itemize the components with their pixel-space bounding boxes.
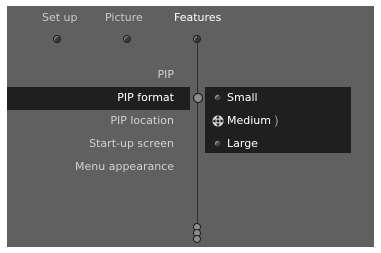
option-large[interactable]: Large	[227, 138, 258, 150]
tab-indicator-dot	[123, 35, 131, 43]
menu-item-menu-appearance[interactable]: Menu appearance	[7, 161, 174, 173]
menu-item-pip-location[interactable]: PIP location	[7, 115, 174, 127]
menu-item-start-up-screen[interactable]: Start-up screen	[7, 138, 174, 150]
scroll-indicator-icon	[193, 223, 201, 243]
menu-connector-line	[197, 36, 198, 230]
option-small[interactable]: Small	[227, 92, 258, 104]
tv-menu-screen: Set up Picture Features PIP PIP format P…	[7, 6, 374, 247]
option-small-dot	[214, 94, 221, 101]
navigation-cursor-icon	[211, 114, 225, 128]
tab-features[interactable]: Features	[174, 12, 221, 24]
tab-picture[interactable]: Picture	[105, 12, 143, 24]
menu-item-pip-format[interactable]: PIP format	[7, 92, 174, 104]
option-medium[interactable]: Medium	[227, 115, 271, 127]
option-large-dot	[214, 140, 221, 147]
menu-item-pip[interactable]: PIP	[7, 69, 174, 81]
focus-bracket-icon: )	[274, 114, 279, 128]
tab-set-up[interactable]: Set up	[42, 12, 78, 24]
selected-item-dot	[193, 93, 203, 103]
tab-indicator-dot	[53, 35, 61, 43]
